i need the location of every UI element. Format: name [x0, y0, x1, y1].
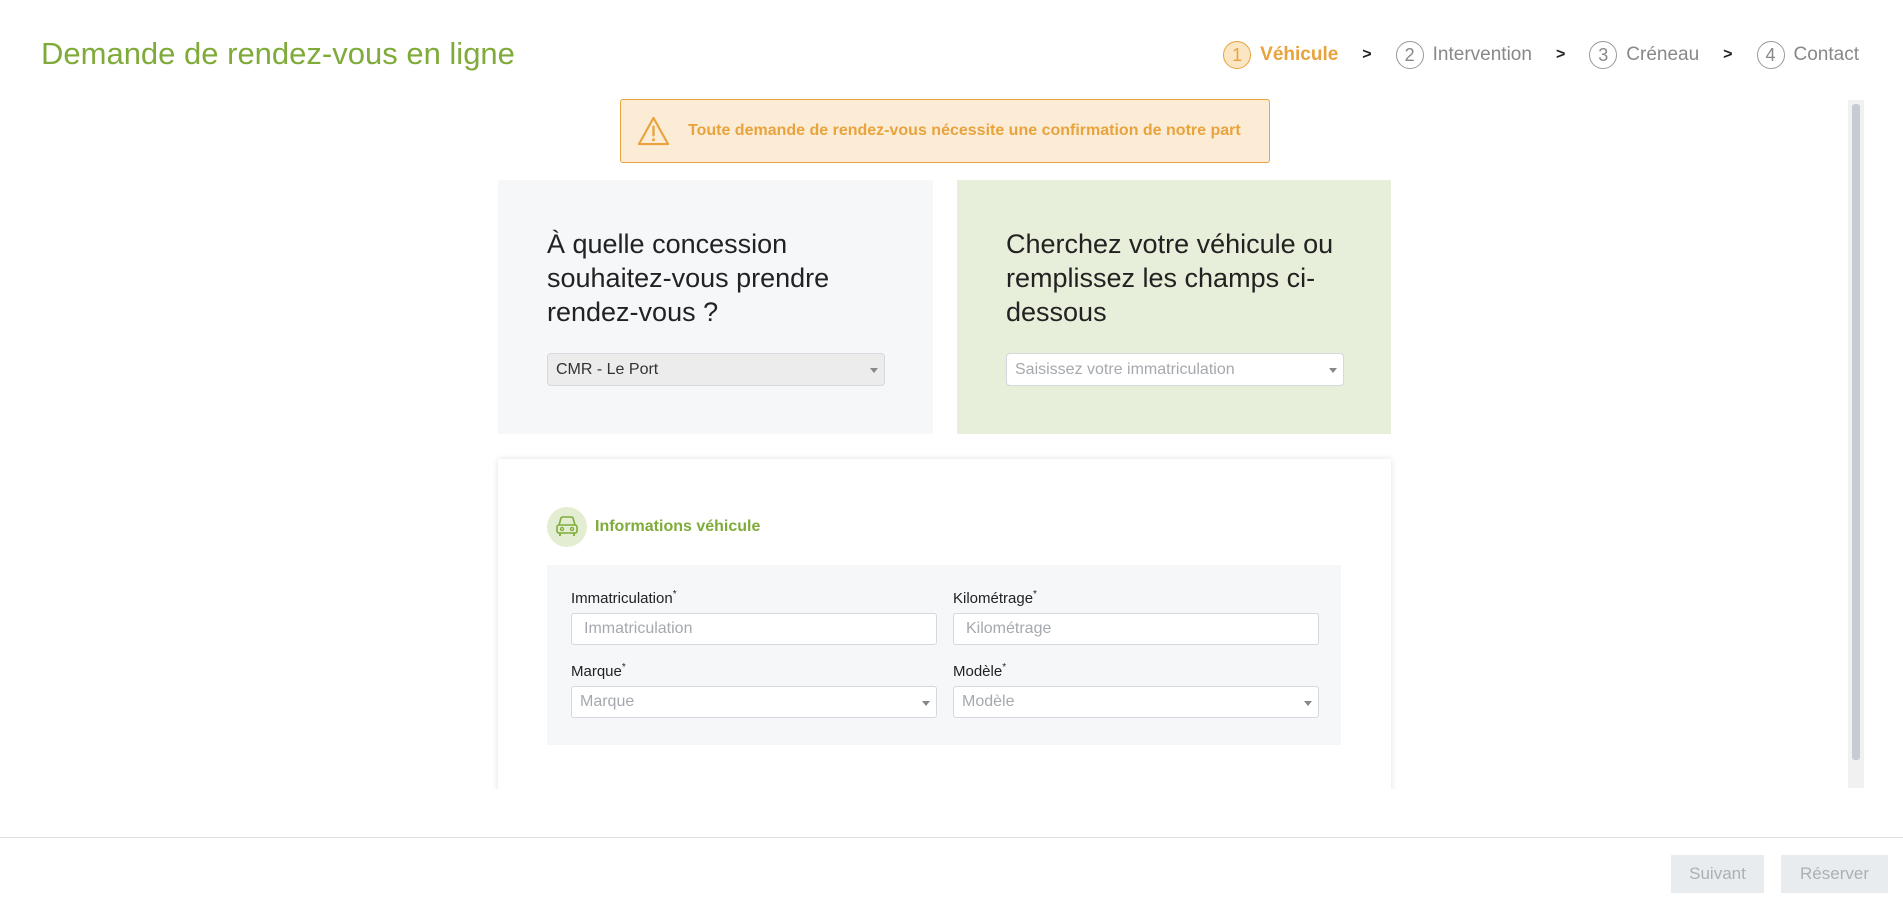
- immatriculation-field-group: Immatriculation* Immatriculation: [571, 589, 937, 645]
- immatriculation-placeholder: Immatriculation: [584, 620, 693, 637]
- step-number: 2: [1395, 41, 1424, 69]
- step-number: 1: [1223, 41, 1252, 69]
- step-separator: >: [1723, 46, 1733, 63]
- immatriculation-label: Immatriculation: [571, 590, 673, 607]
- step-label: Créneau: [1626, 44, 1700, 65]
- field-label: Immatriculation*: [571, 589, 937, 607]
- next-button[interactable]: Suivant: [1671, 855, 1764, 893]
- vehicle-info-title: Informations véhicule: [595, 518, 761, 535]
- progress-stepper: 1 Véhicule > 2 Intervention > 3 Créneau …: [1223, 41, 1859, 69]
- vehicle-search-heading: Cherchez votre véhicule ou remplissez le…: [1006, 229, 1334, 327]
- step-label: Intervention: [1432, 44, 1532, 65]
- dealership-select[interactable]: CMR - Le Port: [547, 353, 885, 386]
- book-button[interactable]: Réserver: [1781, 855, 1888, 893]
- kilometrage-input[interactable]: Kilométrage: [953, 613, 1319, 645]
- marque-placeholder: Marque: [580, 693, 635, 710]
- step-intervention[interactable]: 2 Intervention: [1395, 41, 1532, 69]
- step-contact[interactable]: 4 Contact: [1756, 41, 1859, 69]
- plate-search-select[interactable]: Saisissez votre immatriculation: [1006, 353, 1344, 386]
- marque-select[interactable]: Marque: [571, 686, 937, 718]
- modele-placeholder: Modèle: [962, 693, 1015, 710]
- required-mark: *: [621, 662, 626, 673]
- warning-icon: [637, 116, 670, 145]
- car-icon: [547, 507, 587, 547]
- scrollbar-thumb[interactable]: [1852, 104, 1860, 760]
- step-creneau[interactable]: 3 Créneau: [1589, 41, 1699, 69]
- step-label: Véhicule: [1260, 44, 1339, 65]
- vehicle-search-card: Cherchez votre véhicule ou remplissez le…: [957, 180, 1391, 434]
- modele-label: Modèle: [953, 663, 1003, 680]
- vehicle-info-header: Informations véhicule: [547, 507, 760, 547]
- footer-bar: Suivant Réserver: [0, 837, 1903, 898]
- chevron-down-icon: [1304, 701, 1312, 706]
- vehicle-info-fields: Immatriculation* Immatriculation Kilomét…: [547, 565, 1341, 745]
- required-mark: *: [1002, 662, 1007, 673]
- modele-select[interactable]: Modèle: [953, 686, 1319, 718]
- modele-field-group: Modèle* Modèle: [953, 662, 1319, 718]
- page-title: Demande de rendez-vous en ligne: [41, 36, 515, 71]
- kilometrage-placeholder: Kilométrage: [966, 620, 1052, 637]
- dealership-card: À quelle concession souhaitez-vous prend…: [498, 180, 933, 434]
- step-separator: >: [1362, 46, 1372, 63]
- step-vehicule[interactable]: 1 Véhicule: [1223, 41, 1338, 69]
- immatriculation-input[interactable]: Immatriculation: [571, 613, 937, 645]
- marque-field-group: Marque* Marque: [571, 662, 937, 718]
- scroll-clip-mask: [480, 789, 1410, 837]
- alert-text: Toute demande de rendez-vous nécessite u…: [688, 122, 1241, 139]
- step-separator: >: [1555, 46, 1566, 63]
- vehicle-info-panel: Informations véhicule Immatriculation* I…: [498, 459, 1391, 799]
- kilometrage-field-group: Kilométrage* Kilométrage: [953, 589, 1319, 645]
- step-number: 3: [1589, 41, 1618, 69]
- dealership-selected-value: CMR - Le Port: [556, 360, 659, 378]
- required-mark: *: [672, 589, 677, 600]
- plate-search-placeholder: Saisissez votre immatriculation: [1015, 360, 1235, 378]
- field-label: Modèle*: [953, 662, 1319, 680]
- step-number: 4: [1756, 41, 1785, 69]
- field-label: Marque*: [571, 662, 937, 680]
- chevron-down-icon: [922, 701, 930, 706]
- marque-label: Marque: [571, 663, 622, 680]
- chevron-down-icon: [1329, 368, 1337, 373]
- step-label: Contact: [1793, 44, 1859, 65]
- required-mark: *: [1033, 589, 1037, 600]
- chevron-down-icon: [870, 368, 878, 373]
- field-label: Kilométrage*: [953, 589, 1319, 607]
- dealership-heading: À quelle concession souhaitez-vous prend…: [547, 229, 830, 327]
- kilometrage-label: Kilométrage: [953, 590, 1034, 607]
- confirmation-alert: Toute demande de rendez-vous nécessite u…: [620, 99, 1270, 163]
